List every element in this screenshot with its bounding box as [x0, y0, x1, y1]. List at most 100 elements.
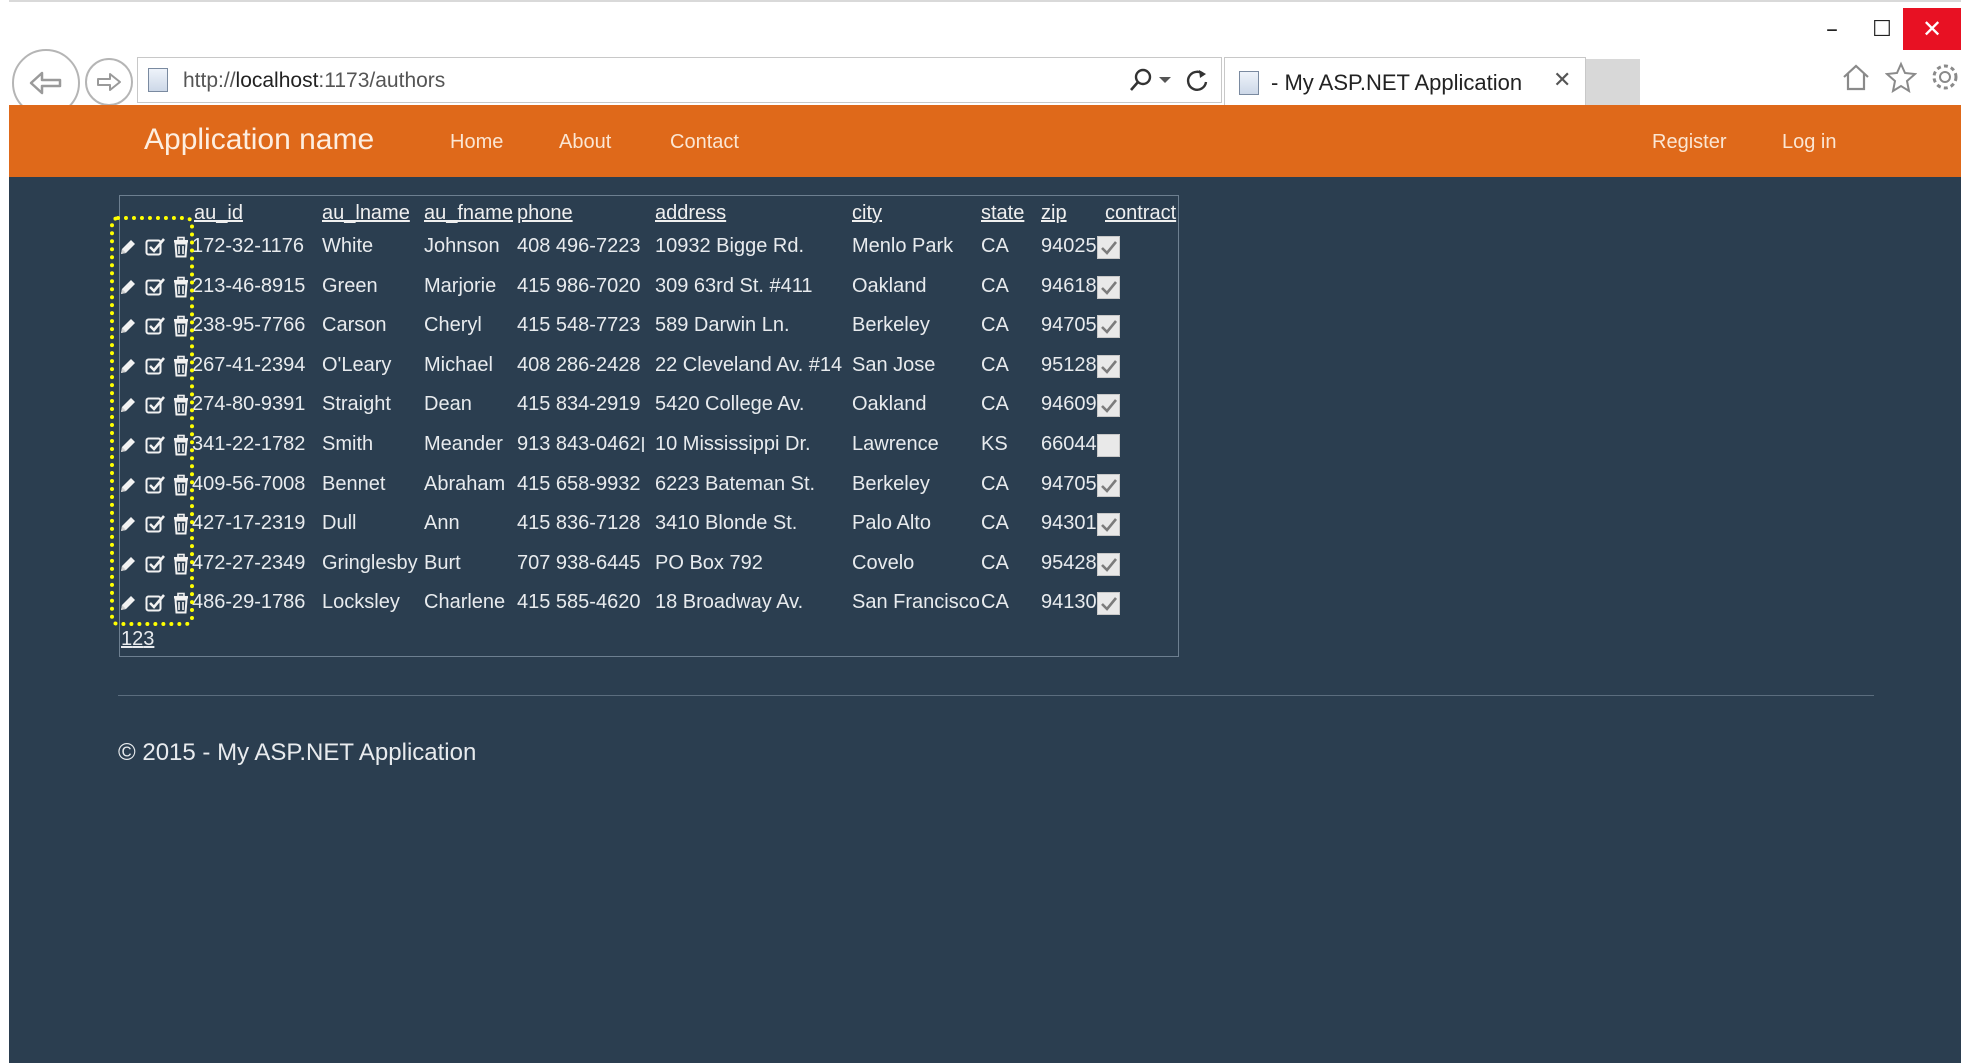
cell-phone: 415 836-7128 — [517, 512, 641, 534]
cell-phone: 415 585-4620 — [517, 591, 641, 613]
cell-au-lname: O'Leary — [322, 354, 392, 376]
cell-state: CA — [981, 473, 1009, 495]
cell-phone: 415 986-7020 — [517, 275, 641, 297]
cell-city: Berkeley — [852, 473, 930, 495]
browser-tab[interactable]: - My ASP.NET Application ✕ — [1224, 57, 1586, 106]
gear-icon[interactable] — [1929, 61, 1961, 93]
cell-phone: 415 658-9932 — [517, 473, 641, 495]
cell-au-lname: Gringlesby — [322, 552, 418, 574]
cell-address: PO Box 792 — [655, 552, 763, 574]
cell-zip: 95128 — [1041, 354, 1097, 376]
cell-state: CA — [981, 235, 1009, 257]
url-path: :1173/authors — [318, 69, 446, 92]
url-host: localhost — [235, 69, 319, 92]
cell-city: Berkeley — [852, 314, 930, 336]
cell-state: CA — [981, 393, 1009, 415]
star-icon[interactable] — [1885, 61, 1917, 93]
forward-icon — [97, 73, 121, 91]
contract-checkbox — [1097, 355, 1120, 378]
col-header-address[interactable]: address — [655, 202, 726, 225]
search-icon[interactable] — [1128, 67, 1154, 93]
nav-home[interactable]: Home — [450, 131, 503, 154]
cell-au-id: 274-80-9391 — [192, 393, 306, 415]
authors-grid: au_id au_lname au_fname phone address ci… — [110, 195, 1179, 657]
nav-contact[interactable]: Contact — [670, 131, 739, 154]
cell-au-fname: Charlene — [424, 591, 506, 613]
cell-phone: 415 834-2919 — [517, 393, 641, 415]
col-header-city[interactable]: city — [852, 202, 882, 225]
cell-address: 5420 College Av. — [655, 393, 805, 415]
cell-state: CA — [981, 275, 1009, 297]
contract-checkbox — [1097, 276, 1120, 299]
footer-divider — [118, 695, 1874, 696]
cell-au-fname: Cheryl — [424, 314, 482, 336]
cell-au-id: 472-27-2349 — [192, 552, 306, 574]
cell-city: Covelo — [852, 552, 915, 574]
cell-au-fname: Dean — [424, 393, 472, 415]
cell-phone: 913 843-0462 — [517, 433, 641, 455]
cell-zip: 94301 — [1041, 512, 1097, 534]
cell-phone: 408 496-7223 — [517, 235, 641, 257]
cell-state: CA — [981, 314, 1009, 336]
col-header-au-lname[interactable]: au_lname — [322, 202, 410, 225]
address-bar[interactable]: http://localhost:1173/authors — [137, 57, 1222, 103]
cell-au-fname: Marjorie — [424, 275, 497, 297]
cell-au-id: 172-32-1176 — [192, 235, 304, 257]
cell-au-fname: Burt — [424, 552, 461, 574]
url-text[interactable]: http://localhost:1173/authors — [183, 69, 445, 93]
pager: 123 — [121, 628, 154, 651]
cell-au-lname: Straight — [322, 393, 391, 415]
contract-checkbox — [1097, 315, 1120, 338]
brand-link[interactable]: Application name — [144, 123, 374, 157]
page-icon — [148, 68, 168, 92]
cell-au-id: 267-41-2394 — [192, 354, 306, 376]
cell-zip: 94705 — [1041, 473, 1097, 495]
browser-window: – ☐ ✕ http://localhost:1173/authors - My… — [9, 0, 1961, 1063]
col-header-contract[interactable]: contract — [1105, 202, 1176, 225]
chevron-down-icon[interactable] — [1158, 75, 1172, 85]
cell-au-id: 213-46-8915 — [192, 275, 306, 297]
cell-city: Lawrence — [852, 433, 939, 455]
back-icon — [29, 71, 62, 95]
refresh-icon[interactable] — [1184, 67, 1210, 93]
cell-au-id: 238-95-7766 — [192, 314, 306, 336]
text-cursor: I — [640, 433, 646, 457]
cell-address: 309 63rd St. #411 — [655, 275, 813, 297]
tab-close-icon[interactable]: ✕ — [1553, 68, 1571, 93]
page-link-2[interactable]: 2 — [132, 628, 143, 650]
forward-button[interactable] — [85, 58, 133, 106]
site-navbar: Application name Home About Contact Regi… — [9, 105, 1961, 177]
col-header-au-id[interactable]: au_id — [194, 202, 243, 225]
cell-au-id: 409-56-7008 — [192, 473, 306, 495]
cell-city: San Francisco — [852, 591, 980, 613]
cell-address: 3410 Blonde St. — [655, 512, 798, 534]
col-header-au-fname[interactable]: au_fname — [424, 202, 513, 225]
col-header-zip[interactable]: zip — [1041, 202, 1067, 225]
col-header-state[interactable]: state — [981, 202, 1024, 225]
cell-au-id: 427-17-2319 — [192, 512, 306, 534]
nav-about[interactable]: About — [559, 131, 611, 154]
contract-checkbox — [1097, 553, 1120, 576]
page-link-3[interactable]: 3 — [143, 628, 154, 650]
nav-login[interactable]: Log in — [1782, 131, 1837, 154]
cell-state: CA — [981, 552, 1009, 574]
col-header-phone[interactable]: phone — [517, 202, 573, 225]
cell-address: 589 Darwin Ln. — [655, 314, 790, 336]
contract-checkbox — [1097, 434, 1120, 457]
cell-zip: 94025 — [1041, 235, 1097, 257]
contract-checkbox — [1097, 236, 1120, 259]
new-tab-button[interactable] — [1586, 59, 1640, 105]
browser-toolbar: – ☐ ✕ http://localhost:1173/authors - My… — [9, 0, 1961, 117]
page-link-1[interactable]: 1 — [121, 628, 132, 650]
cell-zip: 94609 — [1041, 393, 1097, 415]
home-icon[interactable] — [1840, 62, 1872, 92]
cell-phone: 408 286-2428 — [517, 354, 641, 376]
minimize-button[interactable]: – — [1809, 8, 1855, 50]
cell-state: CA — [981, 354, 1009, 376]
cell-au-lname: Locksley — [322, 591, 400, 613]
maximize-button[interactable]: ☐ — [1859, 8, 1905, 50]
cell-au-id: 341-22-1782 — [192, 433, 306, 455]
nav-register[interactable]: Register — [1652, 131, 1726, 154]
cell-address: 10932 Bigge Rd. — [655, 235, 805, 257]
close-window-button[interactable]: ✕ — [1903, 8, 1961, 50]
